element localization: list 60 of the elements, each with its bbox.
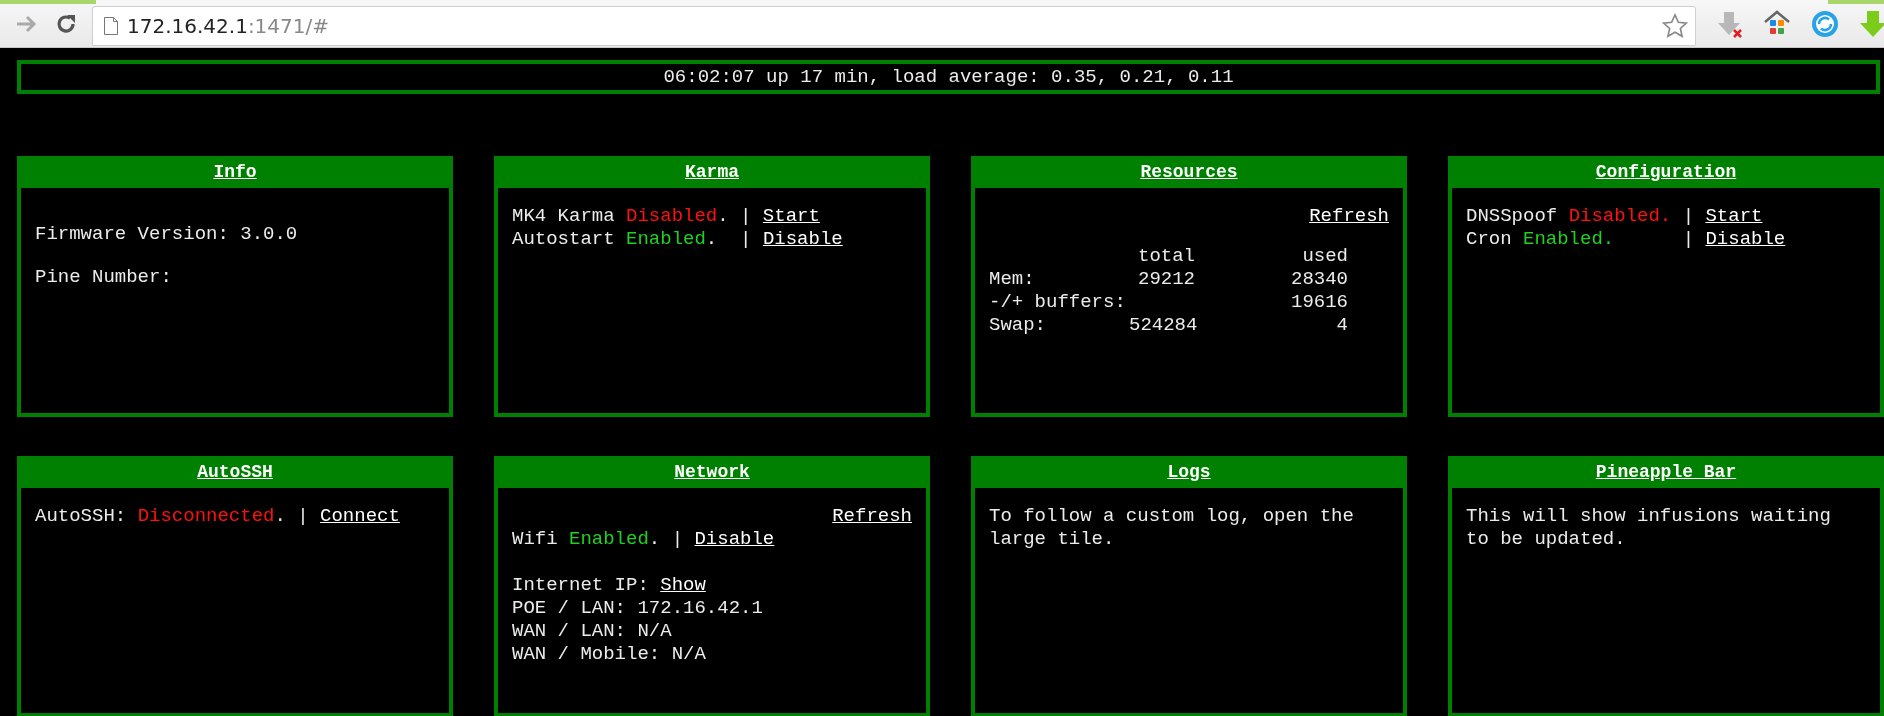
refresh-link[interactable]: Refresh (832, 505, 912, 528)
line-text: . | (705, 228, 753, 250)
sync-icon[interactable] (1810, 8, 1840, 39)
line-text: POE / LAN: 172.16.42.1 (512, 597, 763, 619)
status-text: Enabled. (1523, 228, 1615, 250)
action-link[interactable]: Disable (1705, 228, 1786, 250)
row-label: Swap: (989, 314, 1047, 337)
action-link[interactable]: Show (660, 574, 706, 596)
action-link[interactable]: Connect (320, 505, 400, 527)
tile-title-link[interactable]: Resources (1140, 162, 1238, 182)
status-text: Enabled (569, 528, 649, 550)
table-cell-text: 29212 (1137, 268, 1195, 291)
tile-title-link[interactable]: Logs (1167, 462, 1211, 482)
table-cell-text: 19616 (1290, 291, 1348, 314)
row-label: -/+ buffers: (989, 291, 1127, 314)
tile-title-link[interactable]: Pineapple Bar (1595, 462, 1737, 482)
line-text: . | (717, 205, 753, 227)
download-icon[interactable] (1858, 8, 1884, 39)
line-text: Wifi (512, 528, 559, 550)
status-text: Disabled (626, 205, 718, 227)
star-icon[interactable] (1661, 11, 1689, 40)
tile-text: To follow a custom log, open the large tile. (989, 505, 1355, 551)
line-text: . | (648, 528, 685, 550)
tile-title-link[interactable]: AutoSSH (197, 462, 273, 482)
table-cell: 524284 (1129, 314, 1195, 337)
line-text: MK4 Karma (512, 205, 616, 227)
address-field[interactable]: 172.16.42.1:1471/# (92, 5, 1696, 46)
column-header: used (1301, 245, 1348, 268)
table-cell-text: 4 (1335, 314, 1348, 337)
action-link[interactable]: Start (762, 205, 820, 227)
status-text: Disabled. (1568, 205, 1672, 227)
uptime-text: 06:02:07 up 17 min, load average: 0.35, 0.21, 0.11 (663, 66, 1234, 88)
action-link[interactable]: Disable (762, 228, 843, 250)
line-text: | (1681, 205, 1696, 227)
status-text: Disconnected (137, 505, 275, 527)
line-text: Cron (1466, 228, 1513, 250)
page-icon (103, 15, 119, 36)
status-text: Enabled (626, 228, 706, 250)
line-text: Firmware Version: 3.0.0 (35, 223, 298, 245)
line-text: . | (274, 505, 310, 527)
action-link[interactable]: Disable (694, 528, 775, 550)
table-cell-text: 28340 (1290, 268, 1348, 291)
tile-text: This will show infusions waiting to be updated. (1466, 505, 1832, 551)
line-text: | (1681, 228, 1696, 250)
tile-title-link[interactable]: Karma (685, 162, 739, 182)
tile-title-link[interactable]: Configuration (1595, 162, 1737, 182)
row-label: Mem: (989, 268, 1036, 291)
line-text: Autostart (512, 228, 616, 250)
tile-title-link[interactable]: Info (213, 162, 257, 182)
line-text: WAN / LAN: N/A (512, 620, 672, 642)
line-text: AutoSSH: (35, 505, 128, 527)
column-header: total (1137, 245, 1195, 268)
tile-title-link[interactable]: Network (674, 462, 750, 482)
url-text[interactable]: 172.16.42.1:1471/# (127, 13, 329, 38)
refresh-link[interactable]: Refresh (1309, 205, 1389, 228)
line-text: Internet IP: (512, 574, 650, 596)
line-text: Pine Number: (35, 266, 172, 288)
line-text: WAN / Mobile: N/A (512, 643, 706, 665)
line-text: DNSSpoof (1466, 205, 1559, 227)
action-link[interactable]: Start (1705, 205, 1763, 227)
